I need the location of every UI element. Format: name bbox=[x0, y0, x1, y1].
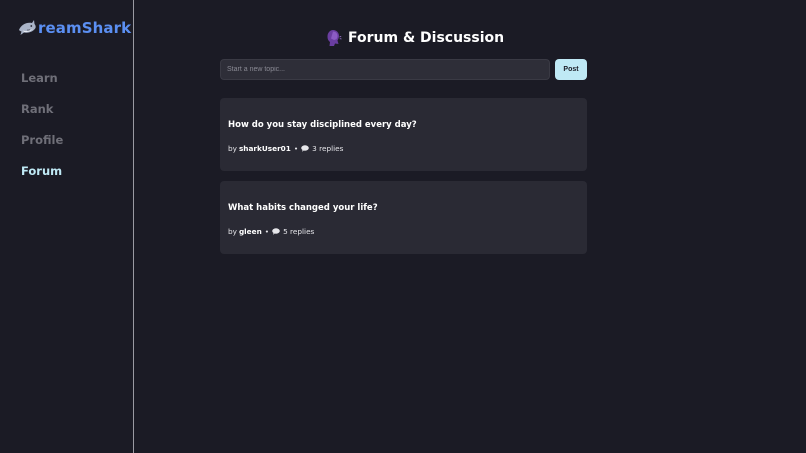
topic-author: gleen bbox=[238, 227, 262, 236]
topic-title[interactable]: How do you stay disciplined every day? bbox=[228, 119, 579, 132]
meta-separator: • bbox=[264, 227, 270, 236]
topic-meta: by gleen • 5 replies bbox=[228, 226, 579, 237]
page-title: Forum & Discussion bbox=[348, 30, 505, 46]
meta-separator: • bbox=[293, 144, 299, 153]
post-button[interactable]: Post bbox=[555, 59, 587, 80]
new-topic-composer: Post bbox=[220, 59, 587, 80]
topic-card[interactable]: What habits changed your life? by gleen … bbox=[220, 181, 587, 254]
app-window: reamShark Learn Rank Profile Forum Forum… bbox=[0, 0, 806, 453]
reply-count: 5 replies bbox=[283, 227, 315, 236]
new-topic-input[interactable] bbox=[220, 59, 550, 80]
topic-card[interactable]: How do you stay disciplined every day? b… bbox=[220, 98, 587, 171]
page-header: Forum & Discussion bbox=[326, 29, 504, 47]
reply-count: 3 replies bbox=[312, 144, 344, 153]
sidebar-item-forum[interactable]: Forum bbox=[21, 164, 63, 195]
main-content: Forum & Discussion Post How do you stay … bbox=[135, 0, 806, 453]
by-label: by bbox=[228, 227, 237, 236]
brand-logo[interactable]: reamShark bbox=[17, 18, 131, 38]
topic-author: sharkUser01 bbox=[238, 144, 291, 153]
sidebar: reamShark Learn Rank Profile Forum bbox=[0, 0, 134, 453]
shark-icon bbox=[17, 18, 37, 38]
by-label: by bbox=[228, 144, 237, 153]
sidebar-item-learn[interactable]: Learn bbox=[21, 71, 63, 102]
topic-title[interactable]: What habits changed your life? bbox=[228, 202, 579, 215]
speech-bubble-icon bbox=[301, 145, 309, 152]
sidebar-item-profile[interactable]: Profile bbox=[21, 133, 63, 164]
sidebar-nav: Learn Rank Profile Forum bbox=[21, 71, 63, 195]
brand-name: reamShark bbox=[38, 19, 132, 37]
sidebar-item-rank[interactable]: Rank bbox=[21, 102, 63, 133]
speech-bubble-icon bbox=[272, 228, 280, 235]
topic-meta: by sharkUser01 • 3 replies bbox=[228, 143, 579, 154]
speaking-head-icon bbox=[326, 29, 342, 47]
